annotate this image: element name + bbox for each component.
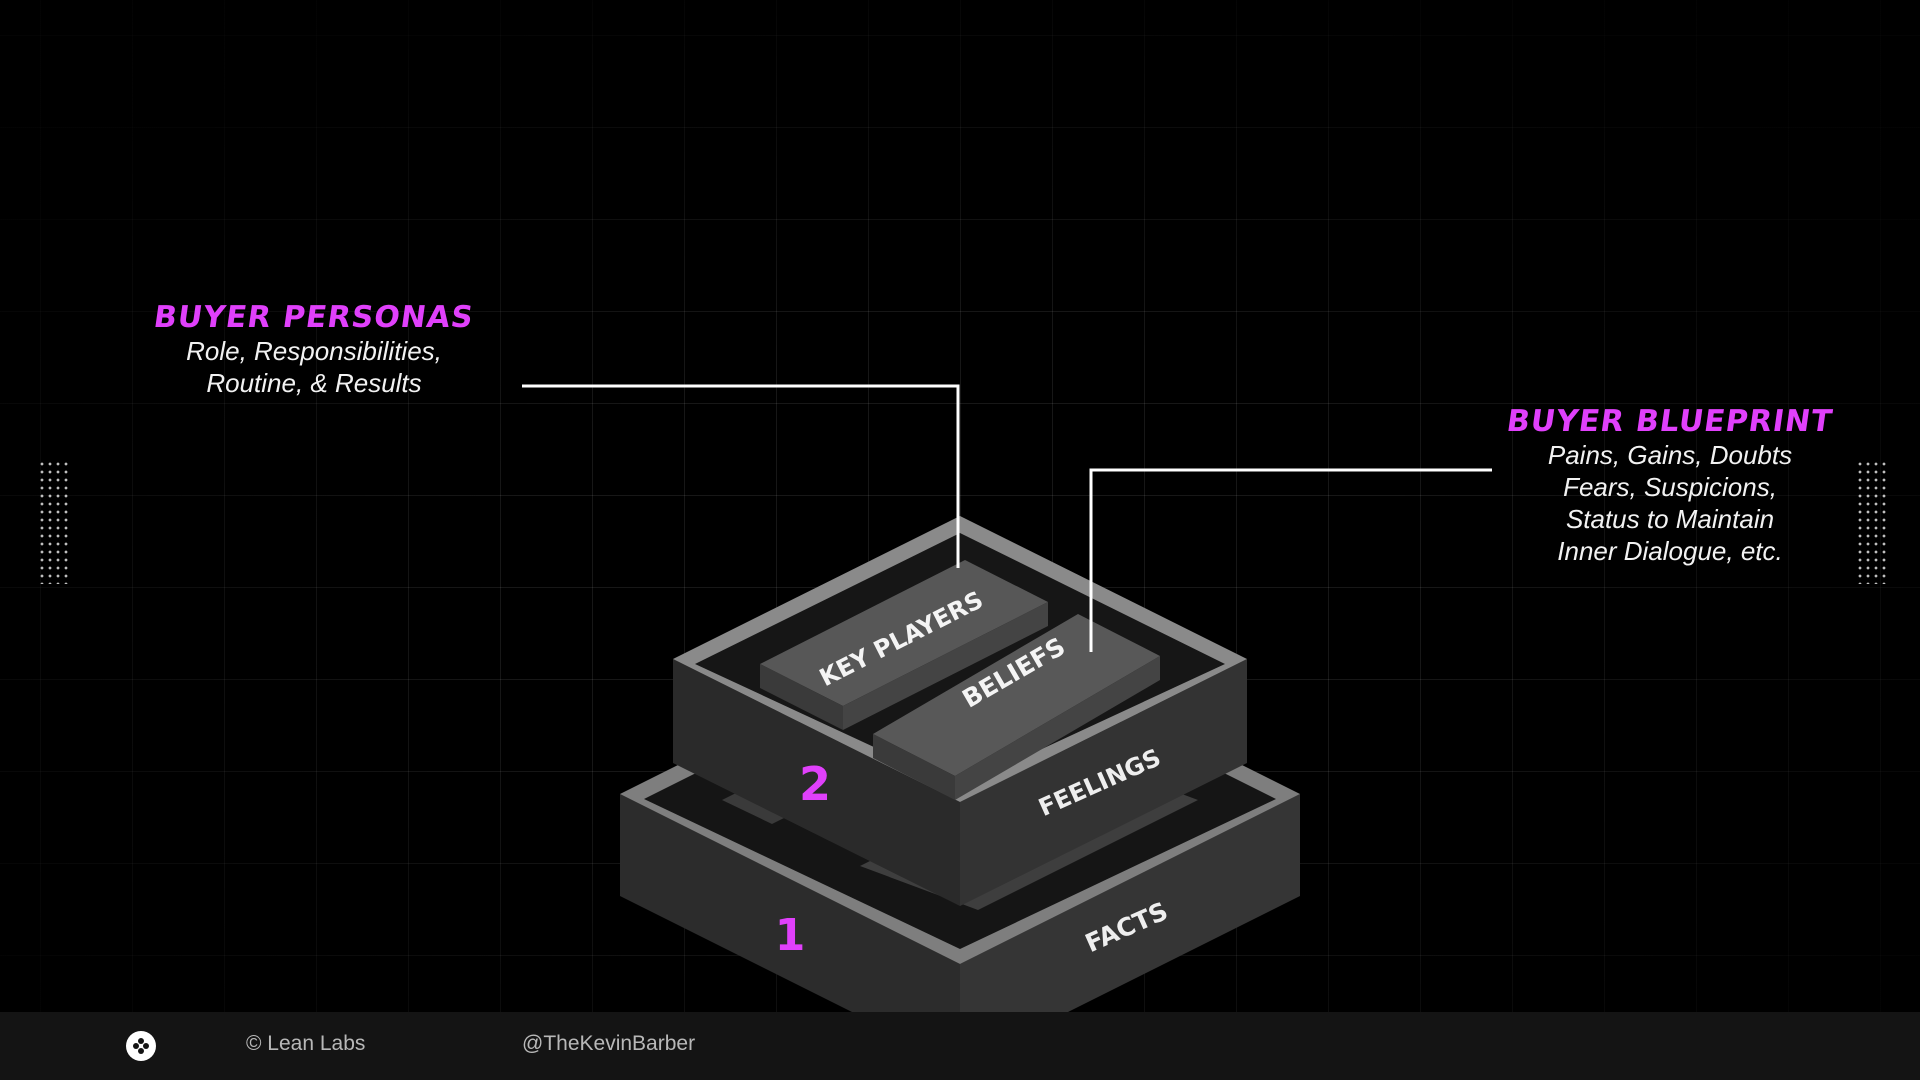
footer-handle[interactable]: @TheKevinBarber <box>522 1032 695 1056</box>
bottom-layer-number: 1 <box>775 910 806 961</box>
buyer-blueprint-line: Fears, Suspicions, <box>1563 472 1777 502</box>
personas-connector-line <box>522 384 960 568</box>
buyer-blueprint-line: Pains, Gains, Doubts <box>1547 440 1793 470</box>
lean-labs-logo-icon <box>126 1031 156 1061</box>
buyer-blueprint-line: Inner Dialogue, etc. <box>1557 536 1783 566</box>
buyer-personas-line: Role, Responsibilities, <box>186 336 442 366</box>
buyer-personas-line: Routine, & Results <box>206 368 422 398</box>
buyer-blueprint-callout: BUYER BLUEPRINT Pains, Gains, Doubts Fea… <box>1500 404 1840 567</box>
buyer-blueprint-heading: BUYER BLUEPRINT <box>1504 404 1836 439</box>
top-layer-number: 2 <box>799 757 831 811</box>
buyer-personas-heading: BUYER PERSONAS <box>151 300 477 335</box>
footer-copyright: © Lean Labs <box>246 1032 366 1055</box>
buyer-personas-callout: BUYER PERSONAS Role, Responsibilities, R… <box>134 300 494 399</box>
buyer-blueprint-line: Status to Maintain <box>1565 504 1775 534</box>
